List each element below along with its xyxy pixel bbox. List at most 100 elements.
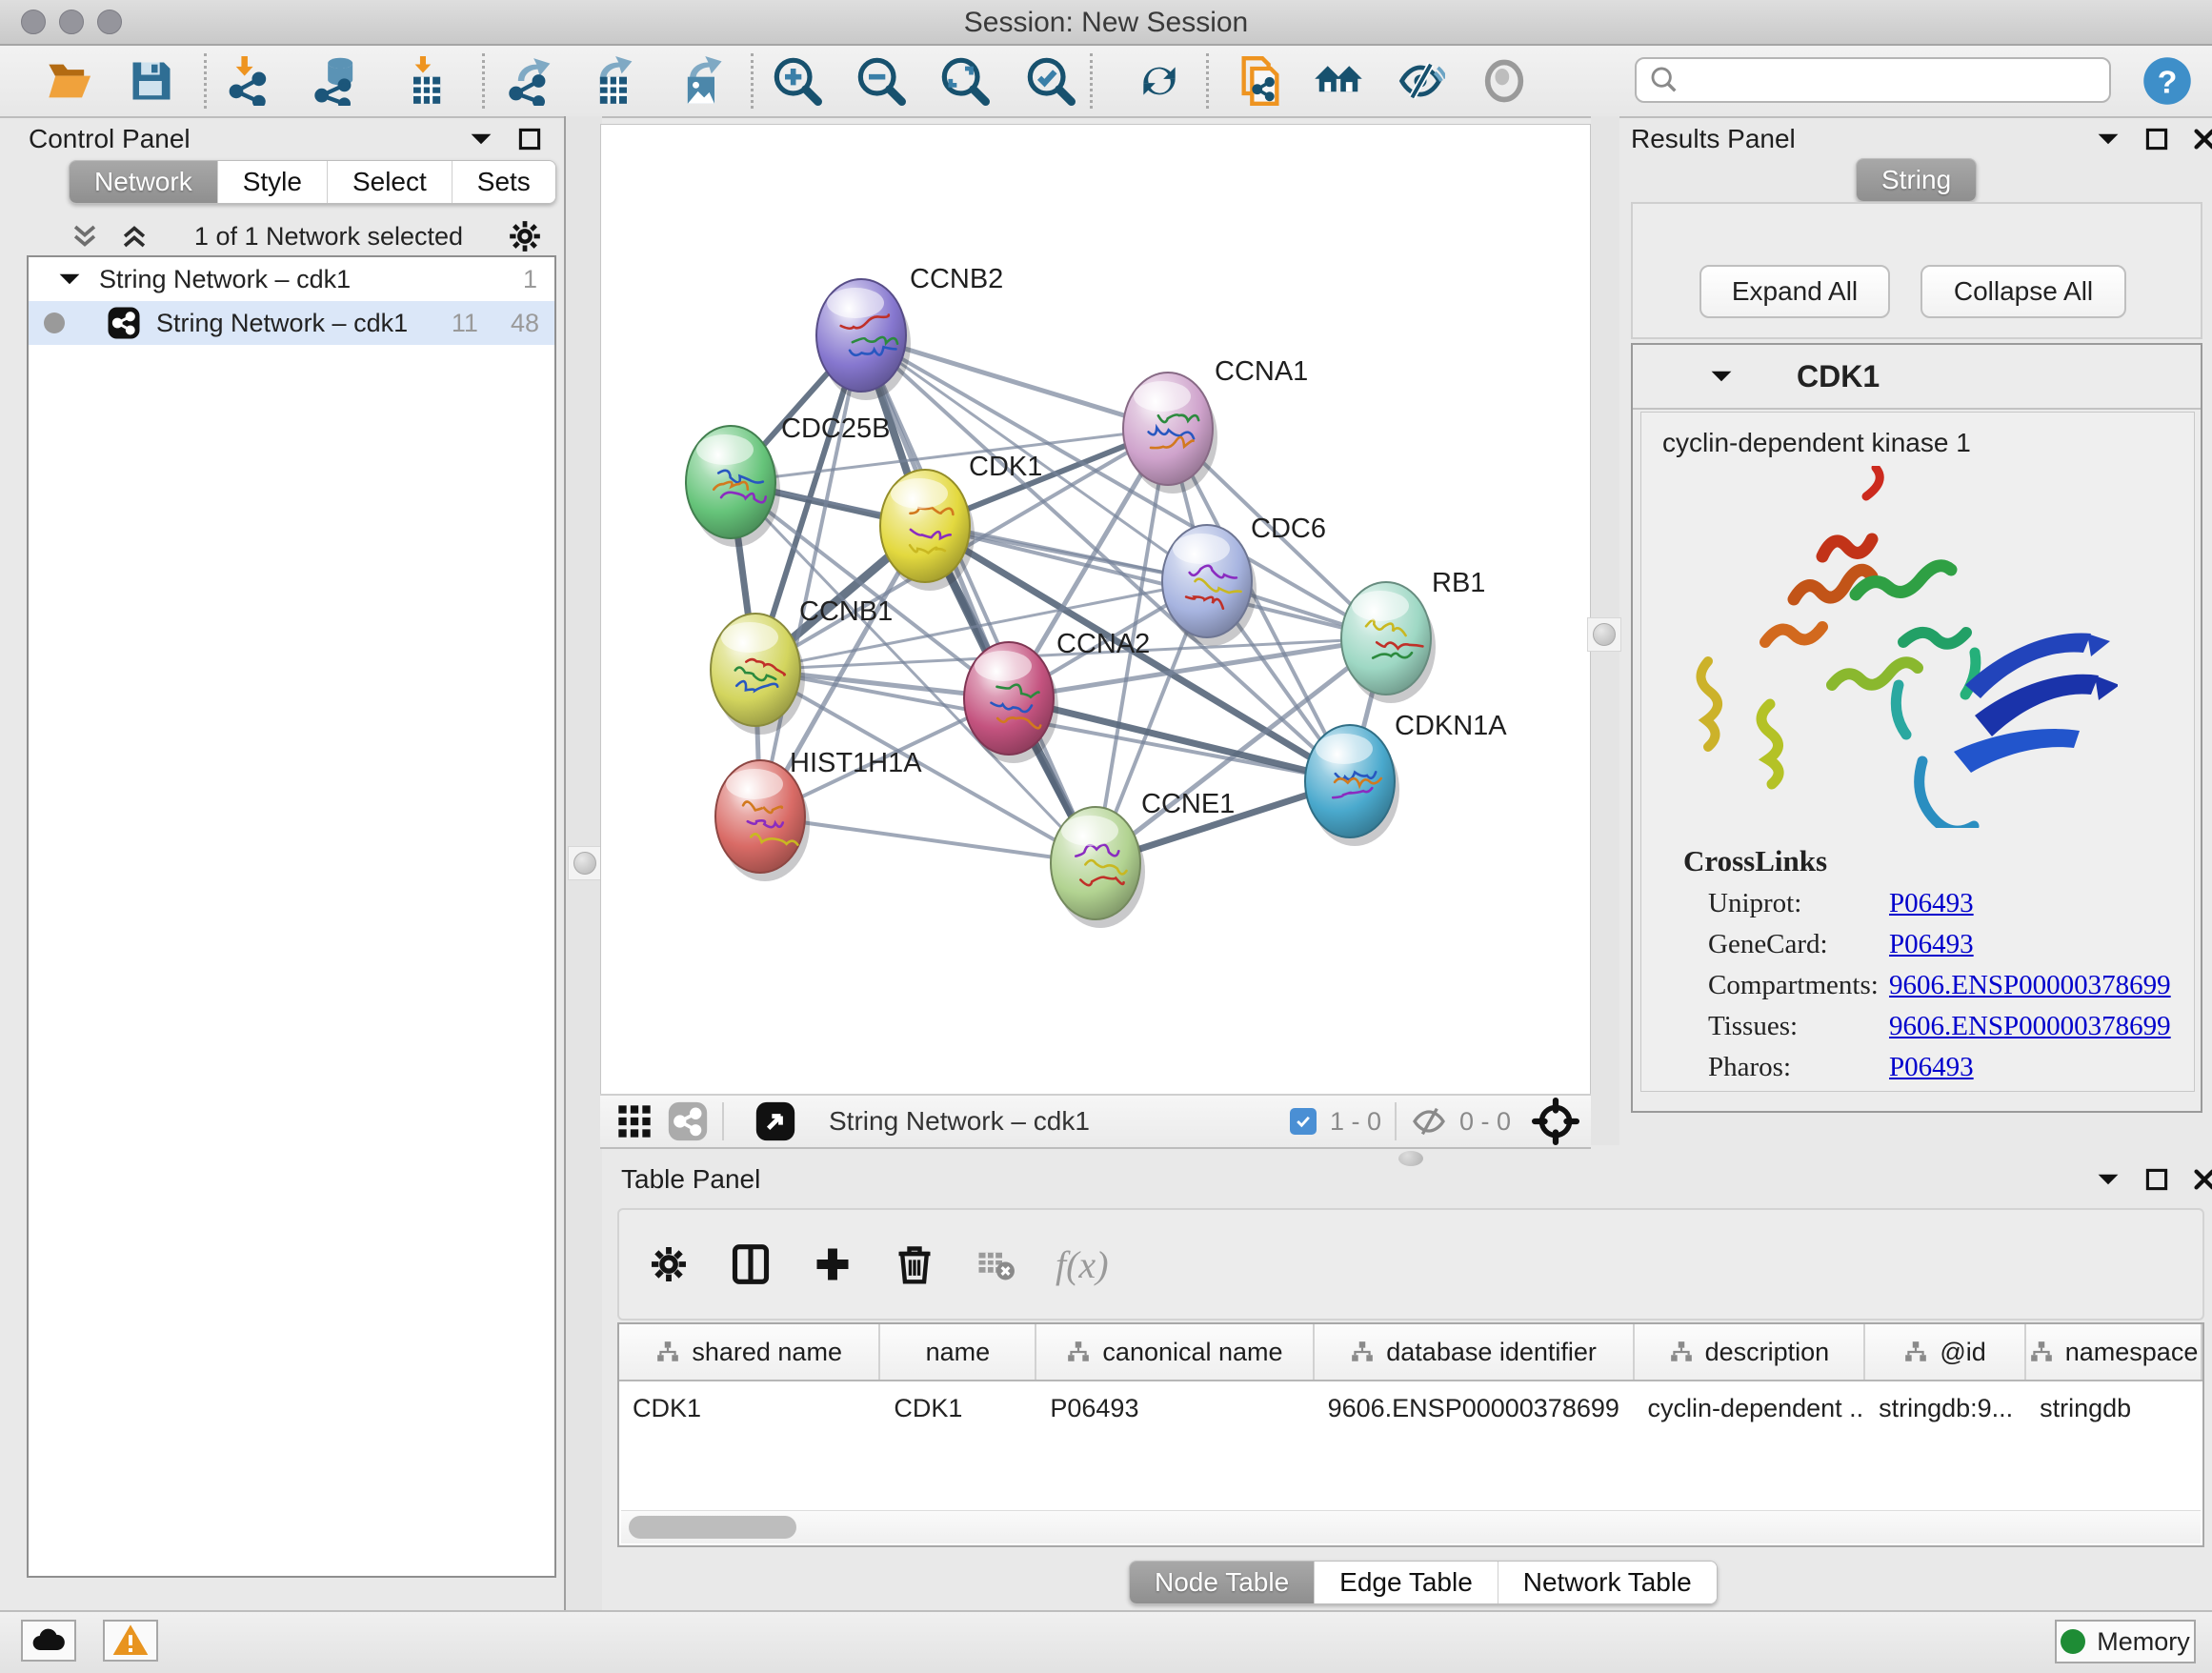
hidden-indicator: 0 - 0: [1459, 1107, 1511, 1137]
crosslink-link[interactable]: P06493: [1889, 888, 1974, 919]
crosslink-link[interactable]: P06493: [1889, 1052, 1974, 1083]
network-collection-row[interactable]: String Network – cdk1 1: [29, 257, 554, 301]
export-image-icon[interactable]: [676, 55, 728, 107]
panel-menu-icon[interactable]: [2096, 1170, 2121, 1189]
node-CCNE1[interactable]: CCNE1: [1051, 789, 1235, 928]
network-options-gear-icon[interactable]: [507, 218, 543, 254]
refresh-layout-icon[interactable]: [1134, 55, 1185, 107]
tab-select[interactable]: Select: [328, 161, 452, 203]
column-header-description[interactable]: description: [1635, 1324, 1866, 1380]
collection-expander-icon[interactable]: [57, 270, 82, 289]
zoom-out-icon[interactable]: [855, 55, 907, 107]
network-view-share-icon[interactable]: [667, 1100, 709, 1142]
column-header-database-identifier[interactable]: database identifier: [1315, 1324, 1635, 1380]
formula-builder-icon[interactable]: f(x): [1056, 1242, 1109, 1287]
node-RB1[interactable]: RB1: [1341, 568, 1485, 703]
left-splitter[interactable]: [564, 116, 602, 1610]
left-splitter-handle[interactable]: [568, 846, 602, 880]
expand-all-button[interactable]: Expand All: [1699, 265, 1890, 318]
gene-section-header[interactable]: CDK1: [1633, 345, 2201, 410]
selected-checkbox-icon[interactable]: [1290, 1108, 1317, 1135]
cell-description[interactable]: cyclin-dependent ...: [1635, 1381, 1866, 1435]
import-network-file-icon[interactable]: [223, 55, 274, 107]
cell-name[interactable]: CDK1: [880, 1381, 1036, 1435]
open-session-icon[interactable]: [44, 55, 95, 107]
crosslink-link[interactable]: 9606.ENSP00000378699: [1889, 970, 2171, 1001]
export-network-icon[interactable]: [507, 55, 558, 107]
network-canvas[interactable]: CCNB2CCNA1CDC25BCDK1CDC6RB1CCNB1CCNA2CDK…: [600, 124, 1591, 1096]
edge-HIST1H1A-CCNB2[interactable]: [760, 335, 861, 816]
gene-expander-icon[interactable]: [1709, 367, 1734, 386]
tab-network[interactable]: Network: [70, 161, 218, 203]
panel-menu-icon[interactable]: [2096, 130, 2121, 149]
tab-sets[interactable]: Sets: [452, 161, 555, 203]
expand-all-icon[interactable]: [118, 220, 151, 252]
panel-menu-icon[interactable]: [469, 130, 493, 149]
tab-node-table[interactable]: Node Table: [1130, 1562, 1315, 1603]
table-horizontal-scrollbar[interactable]: [621, 1510, 2201, 1543]
cell--id[interactable]: stringdb:9...: [1865, 1381, 2026, 1435]
import-table-icon[interactable]: [400, 55, 452, 107]
tab-string[interactable]: String: [1857, 159, 1976, 201]
right-splitter[interactable]: [1591, 116, 1619, 1145]
close-panel-icon[interactable]: [2193, 128, 2212, 151]
column-header-namespace[interactable]: namespace: [2026, 1324, 2202, 1380]
cell-namespace[interactable]: stringdb: [2026, 1381, 2202, 1435]
column-header-name[interactable]: name: [880, 1324, 1036, 1380]
export-table-icon[interactable]: [589, 55, 640, 107]
network-graph[interactable]: CCNB2CCNA1CDC25BCDK1CDC6RB1CCNB1CCNA2CDK…: [601, 125, 1590, 1095]
float-panel-icon[interactable]: [2145, 1168, 2168, 1191]
float-panel-icon[interactable]: [2145, 128, 2168, 151]
home-icon[interactable]: [1313, 55, 1364, 107]
horizontal-splitter-handle[interactable]: [1398, 1151, 1423, 1166]
zoom-fit-icon[interactable]: [939, 55, 991, 107]
collapse-all-button[interactable]: Collapse All: [1920, 265, 2126, 318]
warnings-button[interactable]: [103, 1620, 158, 1662]
memory-button[interactable]: Memory: [2055, 1620, 2196, 1663]
search-box[interactable]: [1635, 57, 2111, 103]
cell-shared-name[interactable]: CDK1: [619, 1381, 880, 1435]
node-HIST1H1A[interactable]: HIST1H1A: [715, 748, 922, 881]
right-splitter-handle[interactable]: [1587, 617, 1621, 652]
crosslink-link[interactable]: 9606.ENSP00000378699: [1889, 1011, 2171, 1042]
clone-network-icon[interactable]: [1235, 55, 1286, 107]
tab-network-table[interactable]: Network Table: [1498, 1562, 1717, 1603]
network-row[interactable]: String Network – cdk1 11 48: [29, 301, 554, 345]
save-session-icon[interactable]: [126, 55, 177, 107]
help-icon[interactable]: ?: [2142, 55, 2193, 107]
import-network-database-icon[interactable]: [312, 55, 364, 107]
edge-CCNB2-CCNE1[interactable]: [861, 335, 1096, 863]
tab-edge-table[interactable]: Edge Table: [1315, 1562, 1498, 1603]
table-row[interactable]: CDK1CDK1P064939606.ENSP00000378699cyclin…: [619, 1381, 2202, 1435]
cloud-status-button[interactable]: [21, 1620, 76, 1662]
delete-column-trash-icon[interactable]: [894, 1243, 935, 1285]
birds-eye-view-icon[interactable]: [754, 1100, 796, 1142]
tab-style[interactable]: Style: [218, 161, 328, 203]
grid-view-icon[interactable]: [615, 1102, 654, 1140]
search-input[interactable]: [1680, 65, 2094, 96]
edge-CCNE1-HIST1H1A[interactable]: [760, 816, 1096, 863]
hide-selected-eye-icon[interactable]: [1395, 55, 1446, 107]
delete-table-icon[interactable]: [975, 1244, 1016, 1284]
table-settings-gear-icon[interactable]: [648, 1243, 690, 1285]
show-all-eye-icon[interactable]: [1478, 55, 1530, 107]
scrollbar-thumb[interactable]: [629, 1516, 796, 1539]
float-panel-icon[interactable]: [518, 128, 541, 151]
zoom-selected-icon[interactable]: [1025, 55, 1076, 107]
hierarchy-icon: [1350, 1340, 1375, 1364]
show-columns-icon[interactable]: [730, 1243, 772, 1285]
cell-canonical-name[interactable]: P06493: [1036, 1381, 1314, 1435]
add-column-icon[interactable]: [812, 1243, 854, 1285]
collapse-all-icon[interactable]: [69, 220, 101, 252]
close-panel-icon[interactable]: [2193, 1168, 2212, 1191]
column-header--id[interactable]: @id: [1865, 1324, 2026, 1380]
crosslink-link[interactable]: P06493: [1889, 929, 1974, 960]
hidden-eye-icon[interactable]: [1410, 1102, 1448, 1140]
cell-database-identifier[interactable]: 9606.ENSP00000378699: [1315, 1381, 1635, 1435]
column-header-canonical-name[interactable]: canonical name: [1036, 1324, 1314, 1380]
fit-selected-crosshair-icon[interactable]: [1532, 1098, 1579, 1145]
zoom-in-icon[interactable]: [772, 55, 823, 107]
node-CDKN1A[interactable]: CDKN1A: [1305, 711, 1507, 846]
node-CDC6[interactable]: CDC6: [1162, 514, 1326, 646]
column-header-shared-name[interactable]: shared name: [619, 1324, 880, 1380]
